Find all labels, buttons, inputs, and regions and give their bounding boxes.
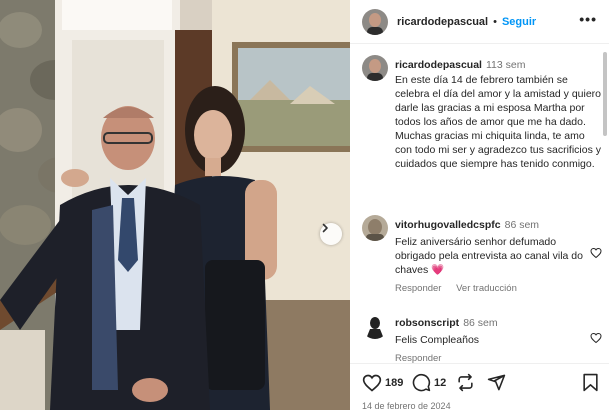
post-date: 14 de febrero de 2024 — [362, 401, 451, 410]
header-username[interactable]: ricardodepascual — [397, 16, 488, 28]
comments-scrollbar[interactable] — [603, 52, 607, 136]
save-button[interactable] — [582, 373, 599, 392]
reply-button[interactable]: Responder — [395, 283, 441, 294]
avatar-image — [362, 313, 388, 339]
caption-text-2: Muchas gracias mi chiquita linda, te amo… — [395, 130, 602, 170]
comment-count: 12 — [434, 376, 447, 389]
comments-list[interactable]: ricardodepascual 113 sem En este día 14 d… — [350, 45, 609, 363]
avatar-image — [362, 55, 388, 81]
repost-button[interactable] — [456, 373, 475, 392]
avatar[interactable] — [362, 313, 388, 339]
translate-button[interactable]: Ver traducción — [456, 283, 517, 294]
comment-item: robsonscript 86 sem Felis Compleaños Resp… — [362, 313, 602, 363]
bookmark-icon — [583, 373, 598, 392]
next-photo-button[interactable] — [320, 223, 342, 245]
like-comment-icon[interactable] — [590, 332, 602, 344]
comment-username[interactable]: robsonscript — [395, 317, 459, 329]
post-sidebar: ricardodepascual • Seguir ••• ricardodep… — [350, 0, 609, 410]
share-icon — [487, 374, 506, 391]
caption-time: 113 sem — [485, 59, 526, 71]
like-comment-icon[interactable] — [590, 247, 602, 259]
reply-button[interactable]: Responder — [395, 353, 441, 363]
comment-time: 86 sem — [504, 219, 540, 231]
like-button[interactable]: 189 — [362, 373, 403, 393]
action-bar: 189 12 14 de febrero de 2024 — [350, 363, 609, 410]
heart-icon — [362, 374, 382, 392]
caption-username[interactable]: ricardodepascual — [395, 59, 482, 71]
follow-button[interactable]: Seguir — [502, 16, 536, 28]
comment-text: Felis Compleaños — [395, 334, 480, 346]
share-button[interactable] — [487, 373, 506, 392]
comment-item: vitorhugovalledcspfc 86 sem Feliz anivers… — [362, 215, 602, 295]
comment-icon — [412, 373, 431, 392]
comment-text: Feliz aniversário senhor defumado obriga… — [395, 236, 583, 276]
avatar-image — [362, 215, 388, 241]
post-header: ricardodepascual • Seguir ••• — [350, 0, 609, 44]
avatar[interactable] — [362, 55, 388, 81]
avatar[interactable] — [362, 215, 388, 241]
comment-username[interactable]: vitorhugovalledcspfc — [395, 219, 501, 231]
separator-dot: • — [493, 15, 497, 28]
chevron-right-icon — [322, 223, 328, 233]
comment-button[interactable]: 12 — [412, 373, 446, 392]
caption: ricardodepascual 113 sem En este día 14 d… — [362, 55, 602, 205]
more-options-icon[interactable]: ••• — [579, 12, 597, 26]
repost-icon — [458, 373, 473, 392]
photo-image — [0, 0, 350, 410]
avatar[interactable] — [362, 8, 388, 35]
comment-time: 86 sem — [463, 317, 498, 329]
like-count: 189 — [385, 377, 404, 389]
heart-emoji: 💗 — [431, 264, 445, 276]
post-photo[interactable] — [0, 0, 350, 410]
avatar-image — [362, 8, 388, 35]
caption-text-1: En este día 14 de febrero también se cel… — [395, 74, 602, 128]
